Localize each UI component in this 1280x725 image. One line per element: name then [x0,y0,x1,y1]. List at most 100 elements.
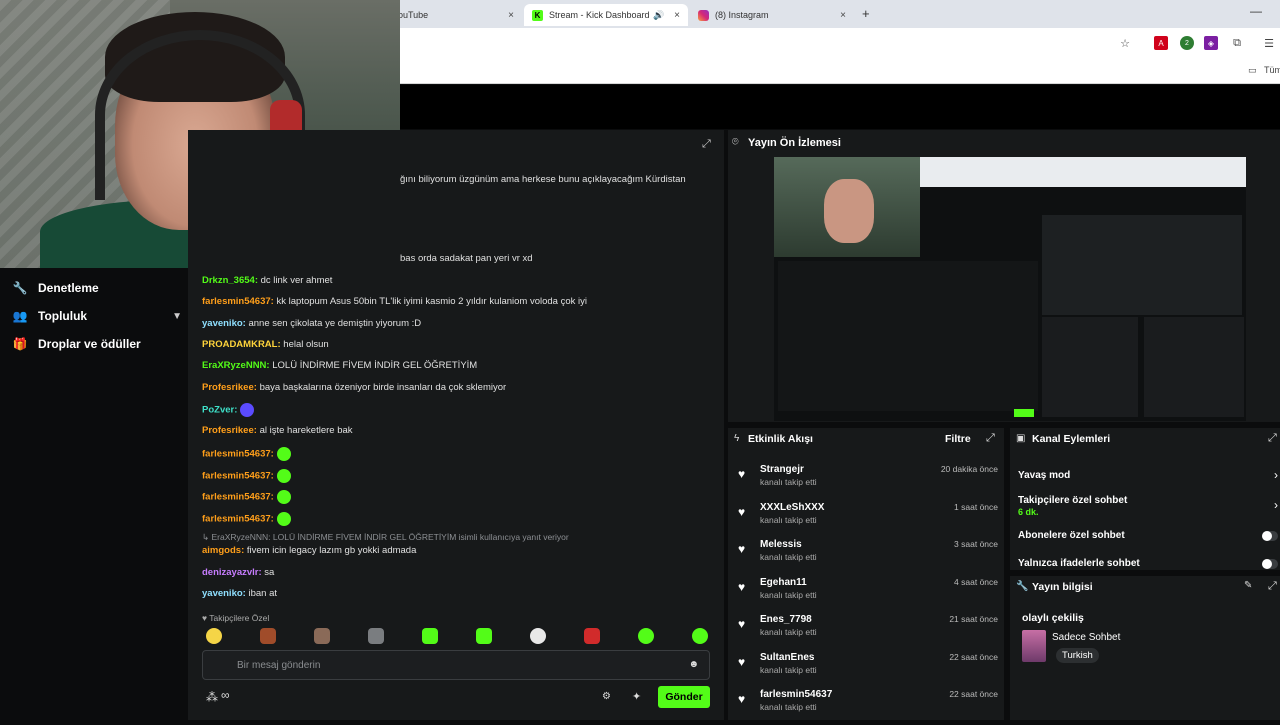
chat-text: sa [261,567,275,578]
settings-icon[interactable]: ⚙ [602,691,611,702]
activity-time: 20 dakika önce [940,464,998,474]
slow-mode-label[interactable]: Yavaş mod [1018,470,1070,481]
stream-preview-panel: ⌾ Yayın Ön İzlemesi [728,130,1280,422]
stream-title: olaylı çekiliş [1022,612,1084,624]
chevron-right-icon[interactable]: › [1274,498,1278,512]
folder-icon[interactable]: ▭ [1248,65,1257,76]
chat-username[interactable]: Profesrikee [202,425,254,436]
preview-nested [1042,317,1138,417]
sidebar-item-community[interactable]: 👥 Topluluk ▼ [12,304,182,328]
star-icon[interactable]: ☆ [1118,36,1132,50]
emote-icon[interactable] [476,628,492,644]
popout-icon[interactable]: ⤢ [702,138,711,151]
chat-username[interactable]: farlesmin54637 [202,471,271,482]
activity-description: kanalı takip etti [760,552,817,562]
all-bookmarks-label[interactable]: Tüm [1264,65,1280,75]
menu-icon[interactable]: ☰ [1262,36,1276,50]
instagram-icon [698,9,709,21]
close-icon[interactable]: × [508,10,514,21]
chat-message: denizayazvlr: sa [202,567,274,578]
chat-text: LOLÜ İNDİRME FİVEM İNDİR GEL ÖĞRETİYİM [269,360,478,371]
extension-icon[interactable]: 2 [1180,36,1194,50]
followers-chat-label[interactable]: Takipçilere özel sohbet [1018,495,1127,506]
popout-icon[interactable]: ⤢ [1268,580,1277,593]
sidebar-item-label: Denetleme [38,281,99,295]
panel-title: Yayın bilgisi [1032,581,1093,593]
activity-username[interactable]: Egehan11 [760,577,807,588]
emote-icon[interactable] [368,628,384,644]
emote-icon[interactable] [206,628,222,644]
pdf-extension-icon[interactable]: A [1154,36,1168,50]
activity-username[interactable]: SultanEnes [760,652,814,663]
subs-chat-toggle[interactable] [1262,531,1278,541]
tab-instagram[interactable]: (8) Instagram × [690,4,854,26]
extension-icon[interactable]: ◈ [1204,36,1218,50]
channel-actions-panel: ▣ Kanal Eylemleri ⤢ Yavaş mod › Takipçil… [1010,428,1280,570]
emote-icon[interactable] [638,628,654,644]
activity-time: 22 saat önce [949,651,998,662]
emote-icon[interactable] [314,628,330,644]
emoji-icon[interactable]: ☻ [688,659,699,670]
dashboard-header [400,85,1280,129]
chat-username[interactable]: farlesmin54637 [202,296,271,307]
emote-icon[interactable] [692,628,708,644]
activity-username[interactable]: farlesmin54637 [760,689,832,700]
emote-icon[interactable] [530,628,546,644]
preview-nested [1042,215,1242,315]
chat-separator: : [234,404,238,416]
activity-username[interactable]: Enes_7798 [760,614,812,625]
send-button[interactable]: Gönder [658,686,710,708]
chat-text: anne sen çikolata ye demiştin yiyorum :D [245,318,422,329]
heart-icon: ♥ [738,692,746,706]
chat-message: yaveniko: iban at [202,588,277,599]
tab-youtube[interactable]: ouTube × [390,4,522,26]
puzzle-icon[interactable]: ✦ [632,690,641,703]
minimize-icon[interactable]: — [1250,4,1262,18]
popout-icon[interactable]: ⤢ [986,432,995,445]
panel-title: Kanal Eylemleri [1032,433,1111,445]
popout-icon[interactable]: ⤢ [1268,432,1277,445]
chevron-down-icon[interactable]: ▼ [172,311,182,322]
chat-username[interactable]: farlesmin54637 [202,449,271,460]
new-tab-button[interactable]: + [862,6,870,21]
chat-username[interactable]: PoZver [202,405,234,416]
activity-description: kanalı takip etti [760,477,817,487]
emote-icon[interactable] [422,628,438,644]
tab-kick-dashboard[interactable]: K Stream - Kick Dashboard 🔊 × [524,4,688,26]
chat-username[interactable]: PROADAMKRAL [202,339,277,350]
chat-username[interactable]: farlesmin54637 [202,492,271,503]
close-icon[interactable]: × [674,10,680,21]
filter-button[interactable]: Filtre [945,433,971,445]
heart-icon: ♥ [738,542,746,556]
close-icon[interactable]: × [840,10,846,21]
chat-username[interactable]: denizayazvlr [202,567,259,578]
emote-bar [206,628,708,644]
panel-title: Etkinlik Akışı [748,433,813,445]
sidebar-item-moderation[interactable]: 🔧 Denetleme [12,276,182,300]
puzzle-icon[interactable]: ⧉ [1230,36,1244,50]
chat-username[interactable]: aimgods [202,545,241,556]
chat-message-input[interactable]: Bir mesaj gönderin ☻ [202,650,710,680]
chat-username[interactable]: Drkzn_3654 [202,275,255,286]
chat-username[interactable]: EraXRyzeNNN [202,360,266,371]
chevron-right-icon[interactable]: › [1274,468,1278,482]
chat-username[interactable]: farlesmin54637 [202,514,271,525]
chat-message: farlesmin54637: [202,469,291,483]
language-badge: Turkish [1056,648,1099,663]
sidebar-item-drops[interactable]: 🎁 Droplar ve ödüller [12,332,182,356]
chat-text: kk laptopum Asus 50bin TL'lik iyimi kasm… [273,296,588,307]
activity-username[interactable]: Strangejr [760,464,804,475]
chat-username[interactable]: yaveniko [202,588,243,599]
activity-username[interactable]: Melessis [760,539,802,550]
kick-points-icon[interactable]: ⁂ [206,690,218,704]
chat-text: helal olsun [280,339,329,350]
chat-username[interactable]: yaveniko [202,318,243,329]
activity-username[interactable]: XXXLeShXXX [760,502,824,513]
emote-chat-toggle[interactable] [1262,559,1278,569]
speaker-icon[interactable]: 🔊 [653,10,664,21]
chat-username[interactable]: Profesrikee [202,382,254,393]
edit-icon[interactable]: ✎ [1244,580,1252,591]
emote-icon[interactable] [260,628,276,644]
emote-icon[interactable] [584,628,600,644]
followers-only-label: ♥ Takipçilere Özel [202,613,270,623]
